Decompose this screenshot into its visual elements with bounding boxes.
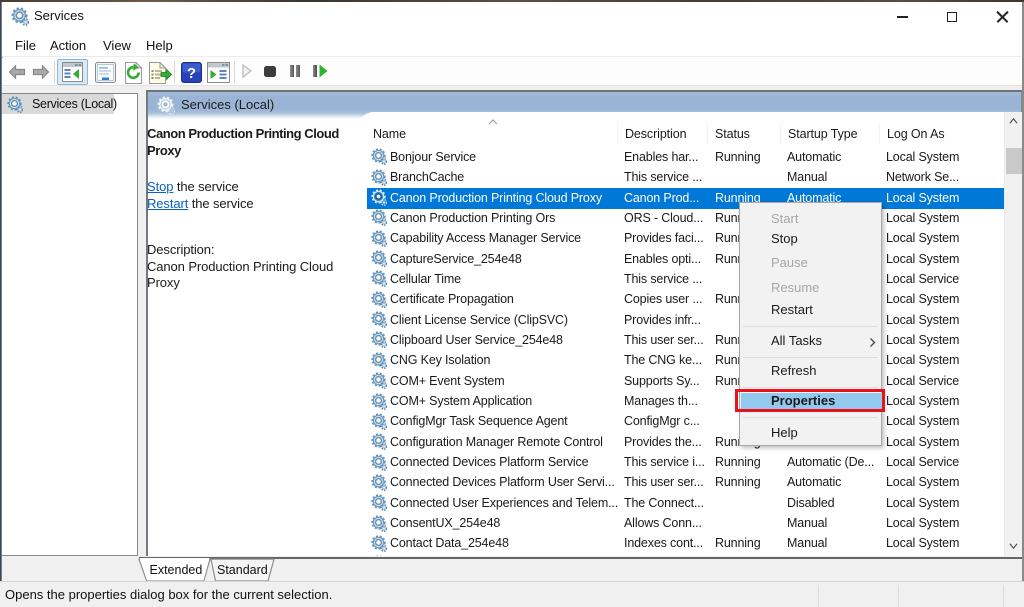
svg-text:?: ? [187,65,196,82]
svg-text:Standard: Standard [217,563,268,577]
svg-text:Extended: Extended [150,563,203,577]
